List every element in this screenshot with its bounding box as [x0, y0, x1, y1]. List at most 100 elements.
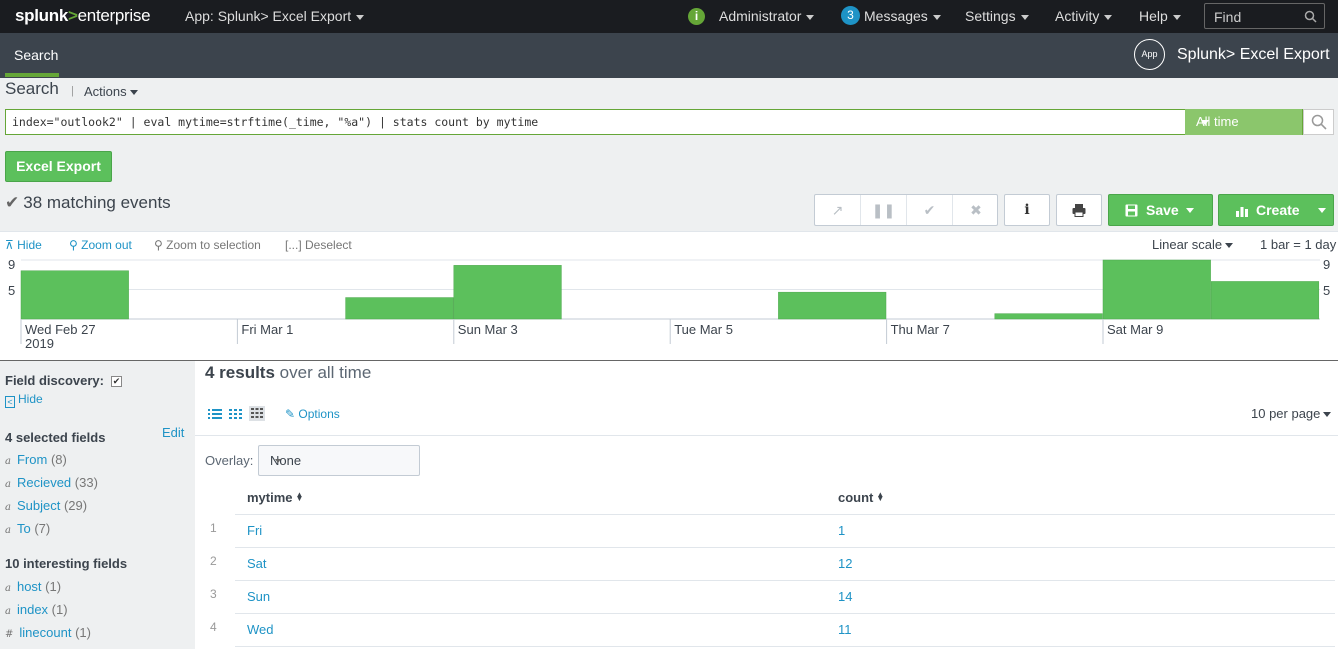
field-count: (7)	[34, 521, 51, 536]
app-name: Splunk> Excel Export	[1177, 46, 1330, 63]
field-type-icon: #	[5, 629, 14, 640]
settings-menu[interactable]: Settings	[965, 8, 1029, 24]
field-item[interactable]: # linecount (1)	[5, 625, 91, 640]
timeline-hide-label: Hide	[17, 238, 42, 252]
field-item[interactable]: a Recieved (33)	[5, 475, 98, 490]
cell-count[interactable]: 1	[826, 514, 1335, 548]
messages-menu[interactable]: Messages	[864, 8, 941, 24]
column-header-mytime[interactable]: mytime ▲ ▼	[235, 481, 826, 515]
activity-menu[interactable]: Activity	[1055, 8, 1113, 24]
app-menu[interactable]: App: Splunk> Excel Export	[185, 8, 365, 24]
help-menu[interactable]: Help	[1139, 8, 1181, 24]
pause-icon[interactable]: ❚❚	[861, 195, 907, 225]
timeline-bar[interactable]	[1210, 281, 1320, 320]
timeline-bar[interactable]	[20, 270, 129, 320]
chevron-down-icon	[1323, 412, 1332, 418]
deselect-button[interactable]: [...] Deselect	[285, 238, 352, 252]
edit-icon: ✎	[285, 407, 296, 421]
table-row[interactable]: Wed 11	[235, 613, 1335, 647]
finalize-icon[interactable]: ✔	[907, 195, 953, 225]
job-inspect-button[interactable]: i	[1004, 194, 1050, 226]
table-row[interactable]: Sun 14	[235, 580, 1335, 614]
timeline-bar[interactable]	[778, 291, 887, 320]
search-query-input[interactable]: index="outlook2" | eval mytime=strftime(…	[5, 109, 1303, 135]
create-button[interactable]: Create	[1218, 194, 1334, 226]
cell-mytime[interactable]: Sun	[235, 580, 826, 614]
send-to-background-icon[interactable]: ↗	[815, 195, 861, 225]
activity-label: Activity	[1055, 8, 1100, 24]
info-icon[interactable]: i	[688, 8, 705, 25]
table-view-icon[interactable]	[249, 406, 265, 421]
cell-count[interactable]: 11	[826, 613, 1335, 647]
field-type-icon: a	[5, 583, 11, 594]
tab-search[interactable]: Search	[14, 47, 58, 63]
overlay-select[interactable]: None	[258, 445, 420, 476]
timeline-hide-button[interactable]: ⊼ Hide	[5, 238, 42, 252]
interesting-fields-header: 10 interesting fields	[5, 556, 128, 571]
column-header-count[interactable]: count ▲ ▼	[826, 481, 1335, 515]
search-panel: Search | Actions index="outlook2" | eval…	[0, 78, 1338, 231]
collapse-icon: ⊼	[5, 238, 14, 252]
zoom-out-button[interactable]: ⚲ Zoom out	[69, 238, 132, 252]
timeline-bar[interactable]	[345, 297, 454, 320]
raw-view-icon[interactable]	[229, 408, 243, 420]
field-count: (8)	[50, 452, 67, 467]
edit-fields-link[interactable]: Edit	[162, 425, 184, 440]
field-item[interactable]: a To (7)	[5, 521, 50, 536]
search-submit-button[interactable]	[1303, 109, 1334, 135]
table-row[interactable]: Fri 1	[235, 514, 1335, 548]
field-item[interactable]: a From (8)	[5, 452, 67, 467]
deselect-icon: [...]	[285, 238, 302, 252]
list-view-icon[interactable]	[208, 408, 222, 420]
save-label: Save	[1146, 202, 1179, 218]
stop-icon[interactable]: ✖	[953, 195, 999, 225]
table-row[interactable]: Sat 12	[235, 547, 1335, 581]
cell-count[interactable]: 12	[826, 547, 1335, 581]
field-item[interactable]: a index (1)	[5, 602, 68, 617]
admin-menu[interactable]: Administrator	[719, 8, 815, 24]
print-button[interactable]	[1056, 194, 1102, 226]
splunk-logo[interactable]: splunk>enterprise	[15, 6, 151, 26]
matching-events-status: ✔ 38 matching events	[5, 193, 171, 213]
results-table: mytime ▲ ▼ count ▲ ▼ Fri 1 Sat 12 Sun 14 Wed 11	[235, 481, 1335, 647]
field-type-icon: a	[5, 479, 11, 490]
deselect-label: Deselect	[305, 238, 352, 252]
options-button[interactable]: ✎ Options	[285, 407, 340, 421]
scale-dropdown[interactable]: Linear scale	[1152, 237, 1234, 252]
cell-mytime[interactable]: Wed	[235, 613, 826, 647]
cell-mytime[interactable]: Sat	[235, 547, 826, 581]
matching-events-label: 38 matching events	[23, 193, 171, 212]
excel-export-button[interactable]: Excel Export	[5, 151, 112, 182]
zoom-to-selection-button[interactable]: ⚲ Zoom to selection	[154, 238, 261, 252]
cell-count[interactable]: 14	[826, 580, 1335, 614]
search-query-text: index="outlook2" | eval mytime=strftime(…	[12, 115, 539, 129]
column-header-label: count	[838, 489, 874, 505]
time-range-picker[interactable]: All time	[1185, 109, 1302, 135]
sidebar-hide-button[interactable]: < Hide	[5, 392, 43, 408]
x-tick-label: Fri Mar 1	[241, 322, 293, 337]
chevron-down-icon	[1186, 208, 1194, 213]
timeline-bar[interactable]	[453, 265, 562, 320]
field-type-icon: a	[5, 502, 11, 513]
app-bar: Search App Splunk> Excel Export	[0, 33, 1338, 78]
save-icon	[1125, 204, 1138, 217]
timeline-bar[interactable]	[994, 313, 1103, 320]
per-page-label: 10 per page	[1251, 406, 1321, 421]
find-input[interactable]: Find	[1204, 3, 1325, 29]
chevron-down-icon	[1104, 14, 1113, 20]
field-item[interactable]: a Subject (29)	[5, 498, 87, 513]
zoom-out-label: Zoom out	[81, 238, 132, 252]
x-tick-label: Wed Feb 27	[25, 322, 96, 337]
chevron-down-icon	[1020, 14, 1029, 20]
timeline-bar[interactable]	[1102, 259, 1211, 320]
field-discovery-checkbox[interactable]: ✔	[111, 376, 122, 387]
cell-mytime[interactable]: Fri	[235, 514, 826, 548]
messages-count-badge[interactable]: 3	[841, 6, 860, 25]
field-item[interactable]: a host (1)	[5, 579, 61, 594]
checkmark-icon: ✔	[5, 193, 20, 212]
field-type-icon: a	[5, 525, 11, 536]
timeline-panel: 9 9 5 5 Wed Feb 27 Fri Mar 1 Sun Mar 3 Tue Mar …	[0, 231, 1338, 361]
per-page-dropdown[interactable]: 10 per page	[1251, 406, 1332, 421]
save-button[interactable]: Save	[1108, 194, 1213, 226]
actions-menu[interactable]: Actions	[84, 84, 138, 99]
